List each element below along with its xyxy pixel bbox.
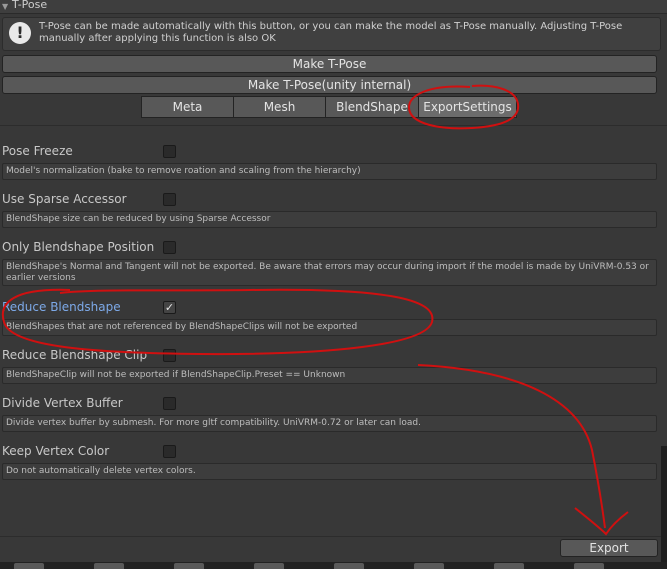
- taskbar-item[interactable]: [334, 563, 364, 569]
- taskbar: [0, 562, 667, 569]
- reduce-blendshape-checkbox[interactable]: ✓: [163, 301, 176, 314]
- pose-freeze-checkbox[interactable]: [163, 145, 176, 158]
- taskbar-item[interactable]: [494, 563, 524, 569]
- use-sparse-accessor-checkbox[interactable]: [163, 193, 176, 206]
- divide-vertex-buffer-label: Divide Vertex Buffer: [2, 396, 123, 410]
- make-tpose-internal-button[interactable]: Make T-Pose(unity internal): [2, 76, 657, 94]
- reduce-blendshape-description: BlendShapes that are not referenced by B…: [2, 319, 657, 336]
- checkmark-icon: ✓: [164, 301, 175, 314]
- reduce-blendshape-clip-description: BlendShapeClip will not be exported if B…: [2, 367, 657, 384]
- keep-vertex-color-checkbox[interactable]: [163, 445, 176, 458]
- taskbar-item[interactable]: [574, 563, 604, 569]
- tab-blendshape[interactable]: BlendShape: [325, 96, 419, 118]
- divider: [0, 125, 667, 126]
- taskbar-item[interactable]: [94, 563, 124, 569]
- only-blendshape-position-checkbox[interactable]: [163, 241, 176, 254]
- only-blendshape-position-label: Only Blendshape Position: [2, 240, 155, 254]
- scrollbar-track[interactable]: [661, 446, 667, 562]
- triangle-down-icon[interactable]: ▼: [2, 1, 8, 12]
- help-message: T-Pose can be made automatically with th…: [39, 21, 623, 44]
- tab-exportsettings[interactable]: ExportSettings: [418, 96, 517, 118]
- divide-vertex-buffer-checkbox[interactable]: [163, 397, 176, 410]
- make-tpose-button[interactable]: Make T-Pose: [2, 55, 657, 73]
- taskbar-item[interactable]: [254, 563, 284, 569]
- reduce-blendshape-clip-checkbox[interactable]: [163, 349, 176, 362]
- keep-vertex-color-description: Do not automatically delete vertex color…: [2, 463, 657, 480]
- section-title: T-Pose: [12, 0, 48, 11]
- divide-vertex-buffer-description: Divide vertex buffer by submesh. For mor…: [2, 415, 657, 432]
- reduce-blendshape-label: Reduce Blendshape: [2, 300, 121, 314]
- footer-divider: [0, 536, 667, 537]
- reduce-blendshape-clip-label: Reduce Blendshape Clip: [2, 348, 148, 362]
- tpose-section-header[interactable]: ▼ T-Pose: [0, 0, 667, 14]
- help-box: ! T-Pose can be made automatically with …: [2, 17, 661, 51]
- info-icon: !: [9, 22, 31, 44]
- pose-freeze-label: Pose Freeze: [2, 144, 73, 158]
- tab-meta[interactable]: Meta: [141, 96, 234, 118]
- keep-vertex-color-label: Keep Vertex Color: [2, 444, 110, 458]
- tab-mesh[interactable]: Mesh: [233, 96, 326, 118]
- taskbar-item[interactable]: [14, 563, 44, 569]
- export-button[interactable]: Export: [560, 539, 658, 557]
- taskbar-item[interactable]: [174, 563, 204, 569]
- only-blendshape-position-description: BlendShape's Normal and Tangent will not…: [2, 259, 657, 286]
- pose-freeze-description: Model's normalization (bake to remove ro…: [2, 163, 657, 180]
- taskbar-item[interactable]: [414, 563, 444, 569]
- arrow-head-icon: [574, 507, 629, 536]
- use-sparse-accessor-description: BlendShape size can be reduced by using …: [2, 211, 657, 228]
- use-sparse-accessor-label: Use Sparse Accessor: [2, 192, 127, 206]
- arrow-to-export: [417, 364, 606, 529]
